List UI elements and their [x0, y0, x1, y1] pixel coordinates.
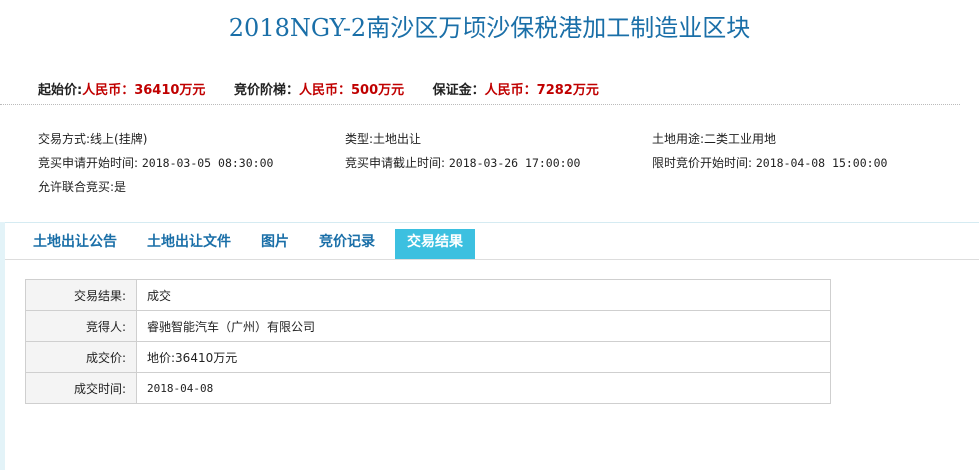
- winner-value: 睿驰智能汽车（广州）有限公司: [136, 310, 831, 342]
- apply-end-value: 2018-03-26 17:00:00: [448, 156, 581, 170]
- listing-header: 2018NGY-2南沙区万顷沙保税港加工制造业区块 起始价:人民币：36410万…: [0, 0, 979, 222]
- apply-end: 竞买申请截止时间: 2018-03-26 17:00:00: [345, 155, 580, 171]
- trade-method-label: 交易方式:: [38, 132, 91, 146]
- type-value: 土地出让: [373, 132, 422, 146]
- divider: [0, 104, 960, 105]
- type: 类型:土地出让: [345, 131, 421, 147]
- deposit-label: 保证金：: [432, 83, 485, 98]
- detail-panel: 土地出让公告 土地出让文件 图片 竞价记录 交易结果 交易结果: 成交 竞得人: 睿驰智…: [5, 222, 979, 471]
- deal-time-value: 2018-04-08: [136, 372, 831, 404]
- type-label: 类型:: [345, 132, 374, 146]
- table-row: 成交时间: 2018-04-08: [25, 372, 831, 404]
- apply-start-label: 竞买申请开始时间:: [38, 156, 139, 170]
- apply-start-value: 2018-03-05 08:30:00: [141, 156, 274, 170]
- price-summary: 起始价:人民币：36410万元 竞价阶梯：人民币：500万元 保证金：人民币：7…: [38, 79, 623, 98]
- joint-bid: 允许联合竞买:是: [38, 179, 126, 195]
- bid-start-value: 2018-04-08 15:00:00: [755, 156, 888, 170]
- trade-method: 交易方式:线上(挂牌): [38, 131, 147, 147]
- land-use: 土地用途:二类工业用地: [652, 131, 776, 147]
- winner-key: 竞得人:: [25, 310, 137, 342]
- bid-step-label: 竞价阶梯：: [233, 83, 299, 98]
- trade-method-value: 线上(挂牌): [90, 132, 148, 146]
- result-value: 成交: [136, 279, 831, 311]
- bid-step-value: 人民币：500万元: [298, 83, 405, 98]
- tab-trade-result[interactable]: 交易结果: [395, 229, 475, 259]
- deal-price-value: 地价:36410万元: [136, 341, 831, 373]
- start-price-label: 起始价:: [38, 83, 83, 98]
- joint-bid-value: 是: [114, 180, 127, 194]
- bid-start-label: 限时竞价开始时间:: [652, 156, 753, 170]
- tab-land-notice[interactable]: 土地出让公告: [23, 229, 127, 259]
- bid-start: 限时竞价开始时间: 2018-04-08 15:00:00: [652, 155, 887, 171]
- tab-bar: 土地出让公告 土地出让文件 图片 竞价记录 交易结果: [23, 229, 485, 259]
- tab-bid-records[interactable]: 竞价记录: [309, 229, 385, 259]
- apply-start: 竞买申请开始时间: 2018-03-05 08:30:00: [38, 155, 273, 171]
- joint-bid-label: 允许联合竞买:: [38, 180, 115, 194]
- result-key: 交易结果:: [25, 279, 137, 311]
- result-table: 交易结果: 成交 竞得人: 睿驰智能汽车（广州）有限公司 成交价: 地价:364…: [25, 279, 831, 404]
- apply-end-label: 竞买申请截止时间:: [345, 156, 446, 170]
- bid-step: 竞价阶梯：人民币：500万元: [234, 79, 404, 98]
- land-use-value: 二类工业用地: [704, 132, 777, 146]
- table-row: 交易结果: 成交: [25, 279, 831, 311]
- table-row: 成交价: 地价:36410万元: [25, 341, 831, 373]
- start-price: 起始价:人民币：36410万元: [38, 79, 205, 98]
- page-title: 2018NGY-2南沙区万顷沙保税港加工制造业区块: [228, 14, 751, 42]
- land-use-label: 土地用途:: [652, 132, 705, 146]
- start-price-value: 人民币：36410万元: [82, 83, 206, 98]
- deal-time-key: 成交时间:: [25, 372, 137, 404]
- deal-price-key: 成交价:: [25, 341, 137, 373]
- tab-images[interactable]: 图片: [251, 229, 299, 259]
- table-row: 竞得人: 睿驰智能汽车（广州）有限公司: [25, 310, 831, 342]
- deposit-value: 人民币：7282万元: [484, 83, 599, 98]
- tab-land-documents[interactable]: 土地出让文件: [137, 229, 241, 259]
- tab-divider: [5, 259, 979, 260]
- deposit: 保证金：人民币：7282万元: [433, 79, 599, 98]
